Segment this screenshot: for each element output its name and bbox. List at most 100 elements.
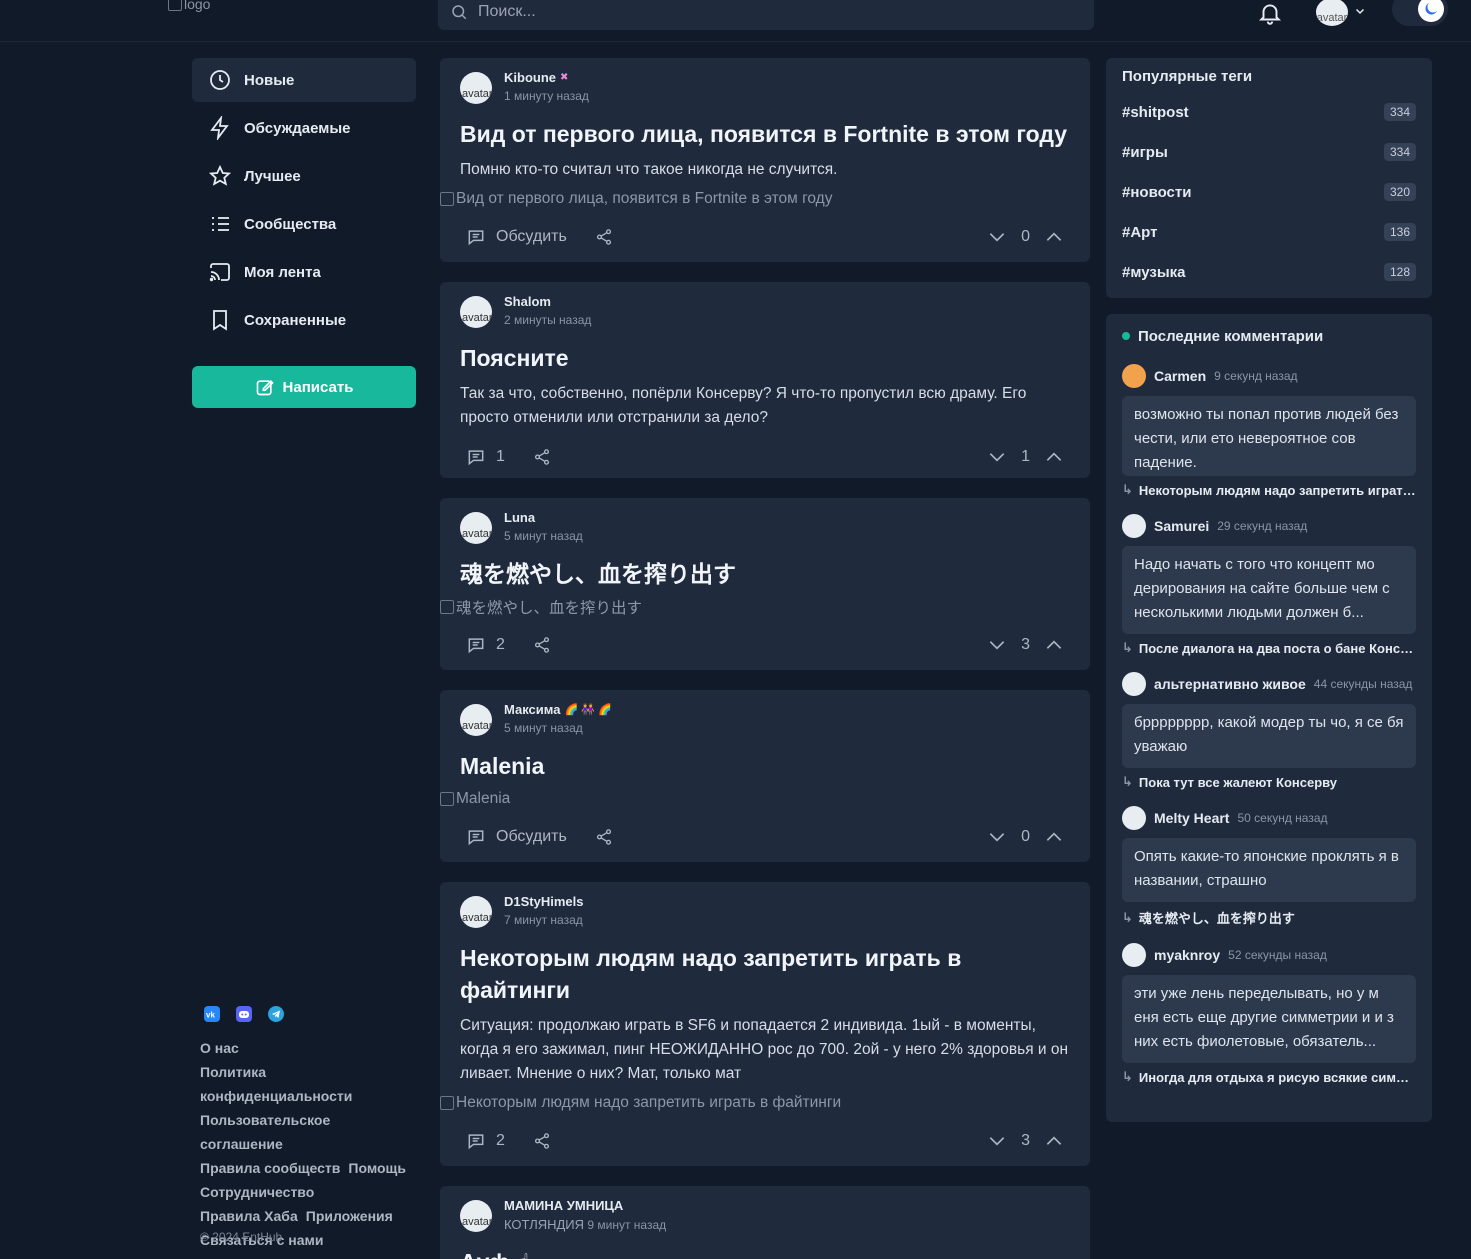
post-image[interactable]: Malenia xyxy=(440,788,1070,810)
sidebar-item-communities[interactable]: Сообщества xyxy=(192,202,416,246)
post-card[interactable]: avatar МАМИНА УМНИЦА КОТЛЯНДИЯ 9 минут н… xyxy=(440,1186,1090,1259)
sidebar-item-label: Сообщества xyxy=(244,215,337,233)
comment-author[interactable]: myaknroy xyxy=(1154,947,1220,963)
footer-link-terms[interactable]: Пользовательское соглашение xyxy=(200,1112,330,1152)
search-input[interactable] xyxy=(478,3,1058,21)
upvote-icon[interactable] xyxy=(1044,827,1064,847)
comment-author[interactable]: Samurei xyxy=(1154,518,1209,534)
post-author[interactable]: Luna xyxy=(504,510,583,525)
tag-item[interactable]: #shitpost 334 xyxy=(1122,92,1416,132)
share-icon[interactable] xyxy=(595,228,613,246)
sidebar-item-discussed[interactable]: Обсуждаемые xyxy=(192,106,416,150)
post-author[interactable]: МАМИНА УМНИЦА xyxy=(504,1198,666,1213)
post-title[interactable]: Некоторым людям надо запретить играть в … xyxy=(460,942,1000,1006)
share-icon[interactable] xyxy=(533,448,551,466)
avatar[interactable]: avatar xyxy=(460,1200,492,1232)
downvote-icon[interactable] xyxy=(987,827,1007,847)
write-post-button[interactable]: Написать xyxy=(192,366,416,408)
comment-text[interactable]: брррррррр, какой модер ты чо, я се бя ув… xyxy=(1122,704,1416,768)
post-title[interactable]: Вид от первого лица, появится в Fortnite… xyxy=(460,118,1070,150)
post-card[interactable]: avatar Shalom 2 минуты назад Поясните Та… xyxy=(440,282,1090,478)
post-image[interactable]: Вид от первого лица, появится в Fortnite… xyxy=(440,188,1070,210)
comment-post-link[interactable]: ↳ Иногда для отдыха я рисую всякие симмет… xyxy=(1122,1069,1416,1085)
comment-author[interactable]: Melty Heart xyxy=(1154,810,1229,826)
comments-button[interactable]: Обсудить xyxy=(460,827,567,847)
comments-button[interactable]: 2 xyxy=(460,635,505,655)
avatar[interactable] xyxy=(1122,514,1146,538)
downvote-icon[interactable] xyxy=(987,635,1007,655)
share-icon[interactable] xyxy=(533,636,551,654)
post-title[interactable]: Malenia xyxy=(460,750,1070,782)
sidebar-item-new[interactable]: Новые xyxy=(192,58,416,102)
search-bar[interactable] xyxy=(438,0,1094,30)
footer-link-partnership[interactable]: Сотрудничество xyxy=(200,1184,314,1200)
post-title[interactable]: Поясните xyxy=(460,342,1070,374)
avatar[interactable]: avatar xyxy=(460,512,492,544)
post-author[interactable]: Максима 🌈 👭 🌈 xyxy=(504,702,612,717)
logo[interactable]: logo xyxy=(168,0,210,12)
post-card[interactable]: avatar Kiboune ✖ 1 минуту назад Вид от пе… xyxy=(440,58,1090,262)
comments-button[interactable]: 1 xyxy=(460,447,505,467)
footer-link-community-rules[interactable]: Правила сообществ xyxy=(200,1160,340,1176)
comments-button[interactable]: 2 xyxy=(460,1131,505,1151)
footer-link-help[interactable]: Помощь xyxy=(348,1160,406,1176)
post-title[interactable]: Ауф ☝ xyxy=(460,1246,1070,1259)
comment-post-link[interactable]: ↳ Пока тут все жалеют Консерву xyxy=(1122,774,1416,790)
avatar[interactable] xyxy=(1122,672,1146,696)
comment-text[interactable]: эти уже лень переделывать, но у м еня ес… xyxy=(1122,975,1416,1063)
avatar[interactable]: avatar xyxy=(460,896,492,928)
chevron-down-icon[interactable] xyxy=(1354,4,1366,22)
post-card[interactable]: avatar Luna 5 минут назад 魂を燃やし、血を搾り出す 魂… xyxy=(440,498,1090,670)
post-image[interactable]: Некоторым людям надо запретить играть в … xyxy=(440,1092,1070,1114)
upvote-icon[interactable] xyxy=(1044,447,1064,467)
downvote-icon[interactable] xyxy=(987,227,1007,247)
comment-post-link[interactable]: ↳ Некоторым людям надо запретить играть в… xyxy=(1122,482,1416,498)
vk-icon[interactable]: vk xyxy=(204,1006,220,1022)
sidebar-item-saved[interactable]: Сохраненные xyxy=(192,298,416,342)
post-community[interactable]: КОТЛЯНДИЯ xyxy=(504,1217,584,1232)
comment-post-link[interactable]: ↳ 魂を燃やし、血を搾り出す xyxy=(1122,908,1416,927)
downvote-icon[interactable] xyxy=(987,447,1007,467)
avatar[interactable] xyxy=(1122,806,1146,830)
post-author[interactable]: Kiboune ✖ xyxy=(504,70,589,85)
avatar[interactable] xyxy=(1122,943,1146,967)
post-author[interactable]: Shalom xyxy=(504,294,591,309)
post-card[interactable]: avatar D1StyHimels 7 минут назад Некотор… xyxy=(440,882,1090,1166)
sidebar-item-my-feed[interactable]: Моя лента xyxy=(192,250,416,294)
post-author[interactable]: D1StyHimels xyxy=(504,894,583,909)
avatar[interactable]: avatar xyxy=(460,704,492,736)
footer-link-hub-rules[interactable]: Правила Хаба xyxy=(200,1208,298,1224)
post-title[interactable]: 魂を燃やし、血を搾り出す xyxy=(460,558,1070,590)
downvote-icon[interactable] xyxy=(987,1131,1007,1151)
comment-text[interactable]: возможно ты попал против людей без чести… xyxy=(1122,396,1416,476)
tag-item[interactable]: #игры 334 xyxy=(1122,132,1416,172)
discord-icon[interactable] xyxy=(236,1006,252,1022)
comments-button[interactable]: Обсудить xyxy=(460,227,567,247)
post-image[interactable]: 魂を燃やし、血を搾り出す xyxy=(440,596,1070,618)
tag-item[interactable]: #музыка 128 xyxy=(1122,252,1416,292)
avatar[interactable]: avatar xyxy=(460,72,492,104)
avatar[interactable]: avatar xyxy=(460,296,492,328)
upvote-icon[interactable] xyxy=(1044,635,1064,655)
theme-toggle[interactable] xyxy=(1392,0,1448,26)
upvote-icon[interactable] xyxy=(1044,227,1064,247)
avatar[interactable] xyxy=(1122,364,1146,388)
comment-text[interactable]: Опять какие-то японские проклять я в наз… xyxy=(1122,838,1416,902)
comment-author[interactable]: альтернативно живое xyxy=(1154,676,1306,692)
footer-link-apps[interactable]: Приложения xyxy=(306,1208,393,1224)
sidebar-item-best[interactable]: Лучшее xyxy=(192,154,416,198)
telegram-icon[interactable] xyxy=(268,1006,284,1022)
upvote-icon[interactable] xyxy=(1044,1131,1064,1151)
share-icon[interactable] xyxy=(533,1132,551,1150)
user-avatar[interactable]: avatar xyxy=(1316,0,1348,26)
footer-link-privacy[interactable]: Политика конфиденциальности xyxy=(200,1064,352,1104)
comment-text[interactable]: Надо начать с того что концепт мо дериро… xyxy=(1122,546,1416,634)
footer-link-about[interactable]: О нас xyxy=(200,1040,239,1056)
tag-item[interactable]: #Арт 136 xyxy=(1122,212,1416,252)
share-icon[interactable] xyxy=(595,828,613,846)
tag-item[interactable]: #новости 320 xyxy=(1122,172,1416,212)
bell-icon[interactable] xyxy=(1257,0,1283,31)
post-card[interactable]: avatar Максима 🌈 👭 🌈 5 минут назад Maleni… xyxy=(440,690,1090,862)
comment-post-link[interactable]: ↳ После диалога на два поста о бане Консе… xyxy=(1122,640,1416,656)
comment-author[interactable]: Carmen xyxy=(1154,368,1206,384)
